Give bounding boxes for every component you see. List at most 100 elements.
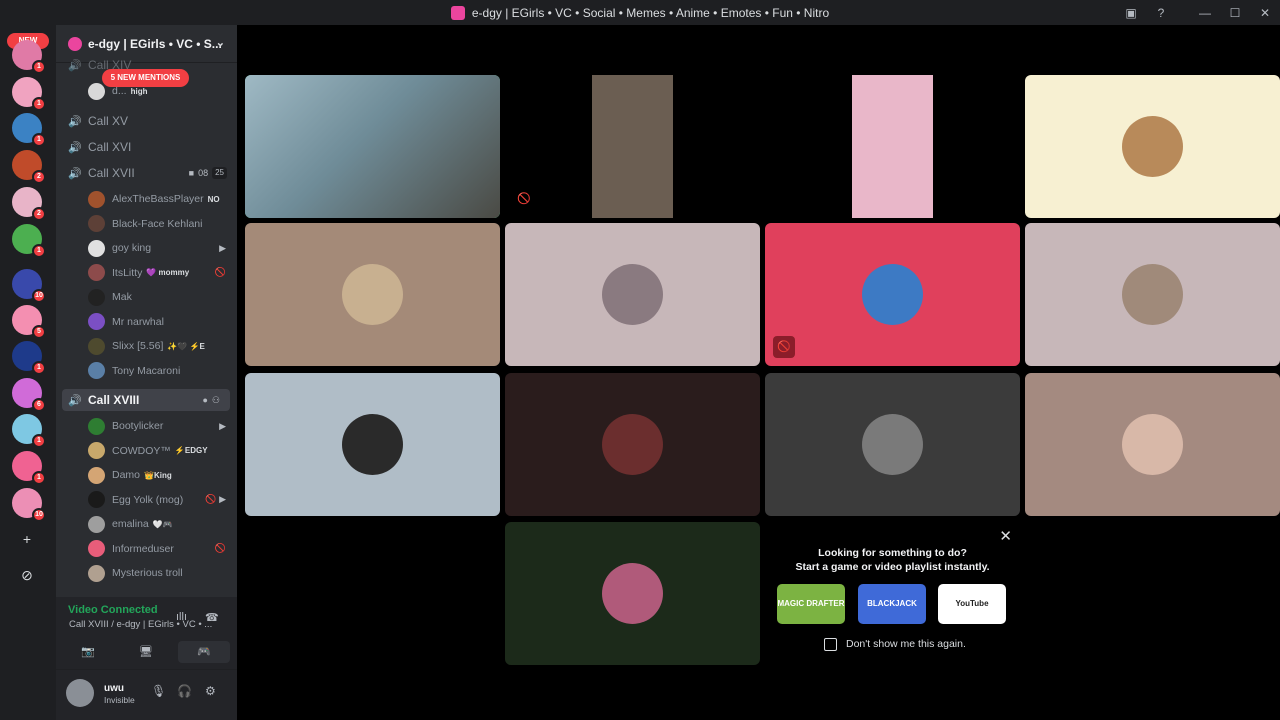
activity-button[interactable]: 🎮 bbox=[178, 641, 230, 663]
screen-share-button[interactable]: 🖥 bbox=[120, 641, 172, 663]
server-icon[interactable]: 1 bbox=[12, 224, 46, 258]
minimize-button[interactable]: — bbox=[1190, 6, 1220, 20]
unread-badge: 10 bbox=[32, 508, 46, 522]
server-icon bbox=[450, 5, 465, 20]
member-row[interactable]: Damo 👑King bbox=[88, 465, 237, 485]
member-tag: ⚡EDGY bbox=[174, 446, 208, 455]
server-icon[interactable]: 10 bbox=[12, 269, 46, 303]
dont-show-checkbox[interactable] bbox=[824, 638, 837, 651]
avatar bbox=[88, 515, 105, 533]
explore-servers-button[interactable]: ⊘ bbox=[17, 565, 37, 585]
server-icon[interactable]: 2 bbox=[12, 150, 46, 184]
microphone-icon[interactable]: 🎙 bbox=[151, 684, 166, 698]
server-icon[interactable]: 10 bbox=[12, 488, 46, 522]
voice-status[interactable]: Video Connected bbox=[68, 604, 158, 616]
activity-youtube[interactable]: YouTube bbox=[938, 584, 1006, 624]
avatar bbox=[1122, 414, 1183, 475]
speaker-icon: 🔊 bbox=[68, 59, 82, 72]
new-mentions-badge[interactable]: 5 NEW MENTIONS bbox=[102, 69, 189, 87]
channel-call-xviii[interactable]: 🔊 Call XVIII ● ⚇ bbox=[62, 389, 230, 411]
member-row[interactable]: Slixx [5.56] ✨🖤 ⚡E bbox=[88, 336, 237, 356]
server-icon[interactable]: 6 bbox=[12, 378, 46, 412]
avatar[interactable] bbox=[66, 679, 94, 707]
disconnect-icon[interactable]: ☎ bbox=[205, 611, 219, 624]
participant-tile[interactable] bbox=[765, 75, 1020, 218]
unread-badge: 5 bbox=[32, 325, 46, 339]
avatar bbox=[88, 540, 105, 557]
channel-call-xvii[interactable]: 🔊 Call XVII ■ 08 25 bbox=[56, 162, 237, 184]
member-row[interactable]: ItsLitty 💜 mommy 🚫 bbox=[88, 263, 237, 283]
camera-button[interactable]: 📷 bbox=[62, 641, 114, 663]
member-row[interactable]: Black-Face Kehlani bbox=[88, 214, 237, 234]
member-row[interactable]: Tony Macaroni bbox=[88, 361, 237, 381]
invite-icon[interactable]: ⚇ bbox=[212, 395, 220, 406]
muted-mic-icon: 🚫 bbox=[517, 193, 531, 205]
avatar bbox=[88, 190, 105, 208]
server-icon[interactable]: 2 bbox=[12, 187, 46, 221]
avatar bbox=[1122, 264, 1183, 325]
avatar bbox=[88, 313, 105, 330]
member-name: AlexTheBassPlayer bbox=[112, 193, 204, 205]
chevron-down-icon[interactable]: ⌄ bbox=[216, 36, 225, 49]
member-row[interactable]: goy king ▶ bbox=[88, 238, 237, 258]
noise-suppression-icon[interactable]: ıllı bbox=[176, 611, 187, 623]
member-row[interactable]: emalina 🤍🎮 bbox=[88, 514, 237, 534]
inbox-icon[interactable]: ▣ bbox=[1116, 6, 1146, 20]
channel-call-xvi[interactable]: 🔊 Call XVI bbox=[56, 136, 237, 158]
member-row[interactable]: Egg Yolk (mog) 🚫 ▶ bbox=[88, 490, 237, 510]
participant-tile[interactable] bbox=[505, 223, 760, 366]
participant-tile[interactable] bbox=[505, 522, 760, 665]
server-icon[interactable]: 1 bbox=[12, 40, 46, 74]
prompt-title: Looking for something to do? bbox=[818, 547, 967, 559]
member-name: Tony Macaroni bbox=[112, 364, 181, 377]
activity-magic-drafter[interactable]: MAGIC DRAFTER bbox=[777, 584, 845, 624]
member-name: Black-Face Kehlani bbox=[112, 217, 203, 230]
member-name: goy king bbox=[112, 242, 152, 254]
participant-tile[interactable] bbox=[1025, 373, 1280, 516]
chat-icon[interactable]: ● bbox=[202, 395, 207, 405]
dont-show-label[interactable]: Don't show me this again. bbox=[846, 638, 966, 650]
gear-icon[interactable]: ⚙ bbox=[205, 684, 216, 698]
participant-tile[interactable] bbox=[765, 373, 1020, 516]
participant-tile[interactable] bbox=[245, 373, 500, 516]
server-icon[interactable]: 1 bbox=[12, 113, 46, 147]
member-row[interactable]: Mr narwhal bbox=[88, 312, 237, 332]
member-row[interactable]: COWDOY™ ⚡EDGY bbox=[88, 441, 237, 461]
username[interactable]: uwu bbox=[104, 683, 124, 694]
server-icon[interactable]: 5 bbox=[12, 305, 46, 339]
member-row[interactable]: Mysterious troll bbox=[88, 563, 237, 583]
server-icon[interactable]: 1 bbox=[12, 451, 46, 485]
member-status-icon: 🚫 bbox=[214, 267, 226, 277]
avatar bbox=[602, 264, 663, 325]
member-name: Egg Yolk (mog) bbox=[112, 493, 184, 506]
server-icon[interactable]: 1 bbox=[12, 341, 46, 375]
participant-tile[interactable] bbox=[1025, 75, 1280, 218]
muted-mic-icon: 🚫 bbox=[773, 336, 795, 358]
server-icon[interactable]: 1 bbox=[12, 77, 46, 111]
member-row[interactable]: Informeduser 🚫 bbox=[88, 539, 237, 559]
close-icon[interactable]: ✕ bbox=[999, 527, 1012, 545]
member-row[interactable]: Mak bbox=[88, 287, 237, 307]
server-icon[interactable]: 1 bbox=[12, 414, 46, 448]
close-button[interactable]: ✕ bbox=[1250, 6, 1280, 20]
help-icon[interactable]: ? bbox=[1146, 6, 1176, 20]
unread-badge: 2 bbox=[32, 207, 46, 221]
maximize-button[interactable]: ☐ bbox=[1220, 6, 1250, 20]
member-name: emalina bbox=[112, 518, 149, 530]
headphones-icon[interactable]: 🎧 bbox=[177, 684, 192, 698]
activity-blackjack[interactable]: BLACKJACK bbox=[858, 584, 926, 624]
participant-tile[interactable] bbox=[245, 75, 500, 218]
unread-badge: 1 bbox=[32, 361, 46, 375]
participant-tile[interactable] bbox=[505, 373, 760, 516]
add-server-button[interactable]: + bbox=[17, 529, 37, 549]
avatar bbox=[862, 264, 923, 325]
voice-location[interactable]: Call XVIII / e-dgy | EGirls • VC • ... bbox=[69, 619, 219, 630]
member-row[interactable]: Bootylicker ▶ bbox=[88, 416, 237, 436]
member-row[interactable]: AlexTheBassPlayer NO bbox=[88, 189, 237, 209]
participant-tile[interactable]: 🚫 bbox=[765, 223, 1020, 366]
member-tag: 💜 mommy bbox=[146, 268, 190, 277]
channel-call-xv[interactable]: 🔊 Call XV bbox=[56, 110, 237, 132]
participant-tile[interactable] bbox=[505, 75, 760, 218]
participant-tile[interactable] bbox=[1025, 223, 1280, 366]
participant-tile[interactable] bbox=[245, 223, 500, 366]
